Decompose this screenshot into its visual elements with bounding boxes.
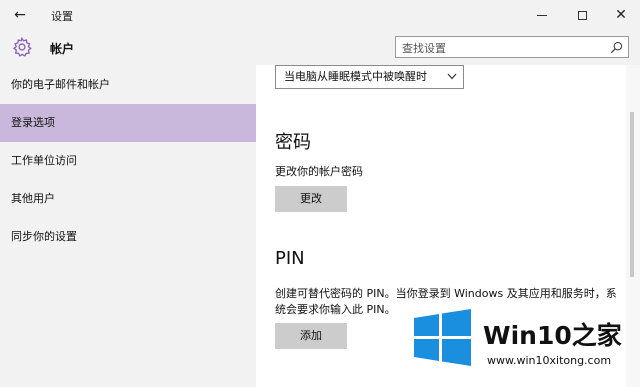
add-pin-button[interactable]: 添加: [275, 323, 347, 349]
settings-window: ← 设置 ✕ 帐户 你的电子邮: [0, 0, 640, 387]
watermark-url: www.win10xitong.com: [487, 354, 612, 367]
sidebar: 你的电子邮件和帐户 登录选项 工作单位访问 其他用户 同步你的设置: [0, 65, 256, 387]
search-input[interactable]: [402, 40, 602, 56]
pin-section-title: PIN: [275, 248, 305, 269]
scrollbar-thumb[interactable]: [630, 112, 634, 277]
sidebar-item-label: 工作单位访问: [11, 154, 77, 167]
password-section-title: 密码: [275, 132, 311, 153]
windows-logo-icon: [414, 309, 471, 366]
sidebar-item-label: 其他用户: [11, 192, 55, 205]
sidebar-item-label: 登录选项: [11, 116, 55, 129]
title-bar: ← 设置 ✕: [0, 0, 640, 31]
require-sign-in-dropdown[interactable]: 当电脑从睡眠模式中被唤醒时: [275, 65, 464, 89]
dropdown-value: 当电脑从睡眠模式中被唤醒时: [284, 70, 427, 83]
watermark: Win10之家 www.win10xitong.com: [405, 300, 635, 382]
back-arrow-icon: ←: [14, 7, 26, 23]
minimize-icon: [537, 14, 547, 16]
chevron-down-icon: [447, 73, 457, 80]
sidebar-item-sync-settings[interactable]: 同步你的设置: [0, 218, 256, 256]
search-box[interactable]: [395, 36, 629, 58]
maximize-button[interactable]: [570, 4, 594, 26]
sidebar-item-other-users[interactable]: 其他用户: [0, 180, 256, 218]
maximize-icon: [577, 10, 587, 20]
change-password-button[interactable]: 更改: [275, 186, 347, 212]
close-button[interactable]: ✕: [609, 4, 633, 26]
search-icon[interactable]: [610, 41, 623, 54]
gear-icon: [12, 36, 32, 57]
page-title: 帐户: [50, 42, 75, 56]
sidebar-item-work-access[interactable]: 工作单位访问: [0, 142, 256, 180]
password-description: 更改你的帐户密码: [275, 165, 363, 178]
sidebar-item-label: 同步你的设置: [11, 230, 77, 243]
sidebar-item-email-accounts[interactable]: 你的电子邮件和帐户: [0, 66, 256, 104]
back-button[interactable]: ←: [10, 6, 30, 24]
minimize-button[interactable]: [530, 4, 554, 26]
close-icon: ✕: [615, 7, 627, 23]
watermark-brand: Win10之家: [483, 321, 622, 350]
sidebar-item-label: 你的电子邮件和帐户: [11, 78, 110, 91]
window-title: 设置: [51, 10, 73, 23]
sidebar-item-sign-in-options[interactable]: 登录选项: [0, 104, 256, 142]
app-header: 帐户: [0, 31, 640, 65]
